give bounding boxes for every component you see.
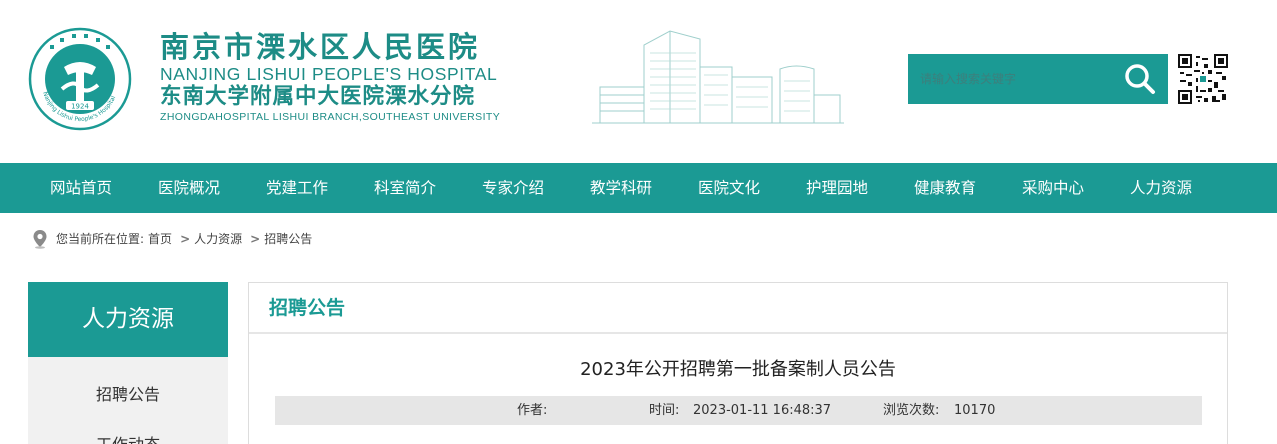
breadcrumb-current[interactable]: 招聘公告 — [264, 232, 312, 246]
breadcrumb-hr[interactable]: 人力资源 — [194, 232, 242, 246]
search-input[interactable] — [920, 68, 1110, 90]
breadcrumb-separator: > — [180, 232, 191, 246]
article-title: 2023年公开招聘第一批备案制人员公告 — [580, 359, 896, 380]
nav-item-nursing[interactable]: 护理园地 — [806, 163, 868, 213]
time-value: 2023-01-11 16:48:37 — [693, 403, 832, 418]
sidebar-title: 人力资源 — [28, 282, 228, 357]
content-panel: 招聘公告 2023年公开招聘第一批备案制人员公告 作者: 时间: 2023-01… — [248, 282, 1228, 444]
nav-item-health[interactable]: 健康教育 — [914, 163, 976, 213]
panel-header: 招聘公告 — [249, 283, 1227, 334]
search-box — [908, 54, 1168, 104]
nav-item-home[interactable]: 网站首页 — [50, 163, 112, 213]
nav-item-culture[interactable]: 医院文化 — [698, 163, 760, 213]
nav-item-party[interactable]: 党建工作 — [266, 163, 328, 213]
nav-item-experts[interactable]: 专家介绍 — [482, 163, 544, 213]
hospital-name-block: 南京市溧水区人民医院 NANJING LISHUI PEOPLE'S HOSPI… — [160, 30, 560, 124]
search-icon[interactable] — [1120, 60, 1160, 98]
time-label: 时间: — [649, 403, 680, 418]
nav-item-departments[interactable]: 科室简介 — [374, 163, 436, 213]
sidebar-item-recruitment[interactable]: 招聘公告 — [28, 381, 228, 405]
svg-text:1924: 1924 — [71, 103, 89, 111]
hospital-building-illustration — [592, 30, 844, 124]
nav-item-overview[interactable]: 医院概况 — [158, 163, 220, 213]
author-label: 作者: — [517, 403, 548, 418]
hospital-name-cn: 南京市溧水区人民医院 — [160, 30, 481, 64]
site-header: 1924 Nanjing Lishui People's Hospital 南京… — [0, 0, 1277, 163]
breadcrumb-home[interactable]: 首页 — [148, 232, 172, 246]
breadcrumb-separator: > — [250, 232, 261, 246]
nav-item-hr[interactable]: 人力资源 — [1130, 163, 1192, 213]
nav-item-teaching[interactable]: 教学科研 — [590, 163, 652, 213]
branch-name-cn: 东南大学附属中大医院溧水分院 — [160, 84, 476, 109]
qr-code-icon — [1178, 54, 1228, 104]
views-value: 10170 — [954, 403, 996, 418]
hospital-name-en: NANJING LISHUI PEOPLE'S HOSPITAL — [160, 64, 498, 84]
location-pin-icon — [33, 230, 47, 249]
section-title: 招聘公告 — [269, 297, 346, 319]
breadcrumb-prefix: 您当前所在位置: — [56, 232, 145, 246]
main-nav: 网站首页 医院概况 党建工作 科室简介 专家介绍 教学科研 医院文化 护理园地 … — [0, 163, 1277, 213]
sidebar-item-work-news[interactable]: 工作动态 — [28, 431, 228, 444]
nav-item-procurement[interactable]: 采购中心 — [1022, 163, 1084, 213]
branch-name-en: ZHONGDAHOSPITAL LISHUI BRANCH,SOUTHEAST … — [160, 111, 501, 123]
article-meta-bar: 作者: 时间: 2023-01-11 16:48:37 浏览次数: 10170 — [275, 396, 1202, 425]
sidebar-menu: 招聘公告 工作动态 — [28, 357, 228, 444]
hospital-logo[interactable]: 1924 Nanjing Lishui People's Hospital — [28, 27, 132, 131]
views-label: 浏览次数: — [883, 403, 940, 418]
